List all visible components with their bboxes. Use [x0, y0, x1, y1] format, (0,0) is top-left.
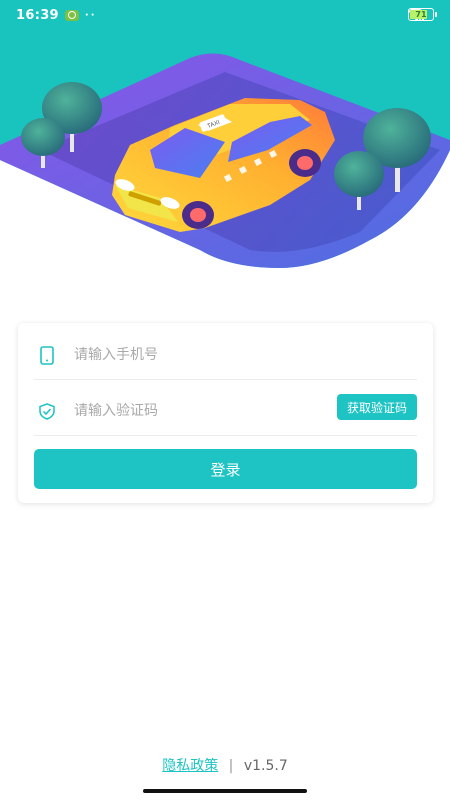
battery-level: 71	[415, 10, 427, 19]
notification-icon	[64, 9, 79, 21]
status-time: 16:39	[16, 7, 59, 23]
shield-check-icon	[36, 400, 58, 422]
phone-icon	[36, 344, 58, 366]
hero-illustration: TAXI 16:39 ·· HD 71	[0, 0, 450, 290]
code-row: 获取验证码	[34, 387, 417, 436]
version-label: v1.5.7	[243, 758, 288, 774]
phone-input[interactable]	[72, 346, 417, 364]
status-bar: 16:39 ·· HD 71	[0, 0, 450, 30]
get-code-button[interactable]: 获取验证码	[336, 394, 417, 420]
login-button[interactable]: 登录	[34, 449, 417, 489]
privacy-policy-link[interactable]: 隐私政策	[162, 758, 218, 774]
footer-divider: |	[228, 758, 234, 774]
wheel-icon	[182, 201, 214, 229]
footer: 隐私政策 | v1.5.7	[0, 755, 450, 775]
wheel-icon	[289, 149, 321, 177]
home-indicator[interactable]	[143, 789, 307, 793]
taxi-illustration: TAXI	[0, 0, 450, 290]
status-indicators: HD 71	[408, 8, 437, 21]
battery-icon: 71	[408, 8, 437, 21]
notification-dots: ··	[84, 9, 97, 21]
login-card: 获取验证码 登录	[18, 323, 433, 503]
phone-row	[34, 331, 417, 380]
